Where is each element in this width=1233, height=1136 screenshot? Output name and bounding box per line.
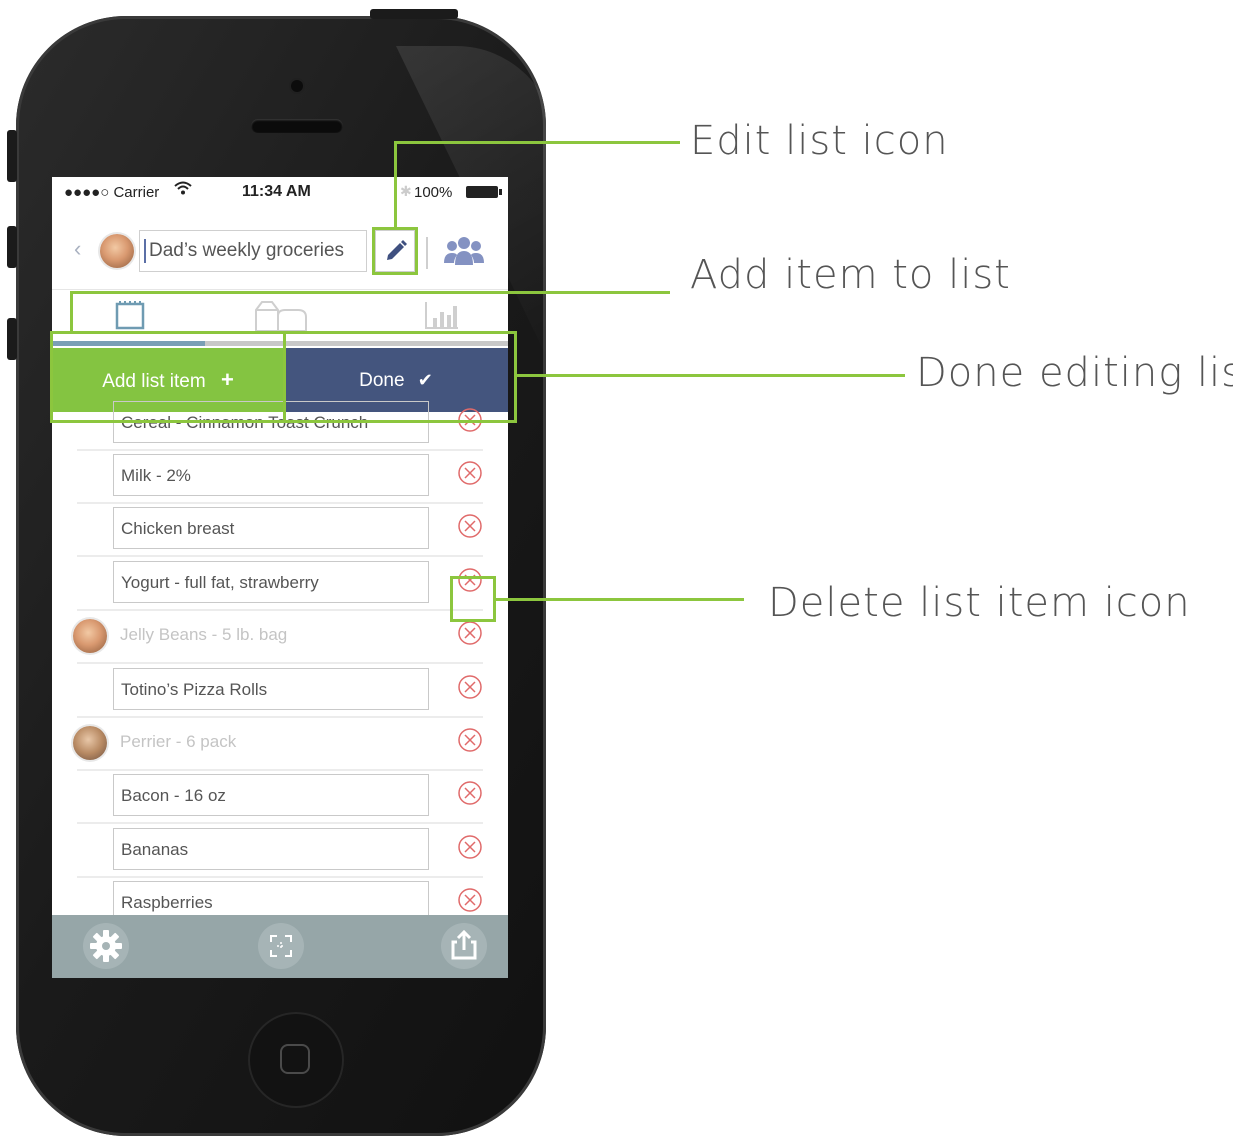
status-bar: ●●●●○ Carrier 11:34 AM ✱ 100%: [52, 177, 508, 207]
list-item: Chicken breast: [77, 502, 483, 557]
done-callout-label: Done editing list: [916, 350, 1233, 396]
done-callout-line: [515, 374, 905, 377]
contributor-avatar: [73, 619, 107, 653]
front-camera: [291, 80, 303, 92]
list-item-input[interactable]: Milk - 2%: [113, 454, 429, 496]
list-item-input[interactable]: Yogurt - full fat, strawberry: [113, 561, 429, 603]
bottom-toolbar: [52, 915, 508, 978]
scan-icon[interactable]: [257, 922, 305, 970]
clock: 11:34 AM: [242, 183, 311, 200]
mute-switch[interactable]: [7, 130, 17, 182]
list-item: Bacon - 16 oz: [77, 769, 483, 824]
list-item-input[interactable]: Totino’s Pizza Rolls: [113, 668, 429, 710]
delete-callout-line: [494, 598, 744, 601]
collaborators-icon[interactable]: [444, 235, 484, 274]
home-button[interactable]: [248, 1012, 344, 1108]
done-button-callout-box: [283, 331, 517, 423]
delete-item-icon[interactable]: [458, 781, 482, 805]
edit-callout-line: [394, 141, 397, 229]
wifi-icon: [174, 181, 192, 200]
edit-callout-line: [394, 141, 680, 144]
owner-avatar: [100, 234, 134, 268]
settings-gear-icon[interactable]: [82, 922, 130, 970]
delete-item-icon[interactable]: [458, 888, 482, 912]
delete-item-icon[interactable]: [458, 835, 482, 859]
list-item-input[interactable]: Bacon - 16 oz: [113, 774, 429, 816]
add-callout-line: [70, 291, 73, 333]
list-item: Yogurt - full fat, strawberry: [77, 556, 483, 611]
list-item: Bananas: [77, 823, 483, 878]
list-item-input[interactable]: Bananas: [113, 828, 429, 870]
delete-item-icon[interactable]: [458, 461, 482, 485]
tab-stats-icon[interactable]: [424, 300, 460, 335]
carrier-label: ●●●●○ Carrier: [64, 184, 160, 201]
delete-item-icon[interactable]: [458, 621, 482, 645]
list-item: Totino’s Pizza Rolls: [77, 663, 483, 718]
power-button[interactable]: [370, 9, 458, 19]
contributor-avatar: [73, 726, 107, 760]
header-divider: [426, 237, 428, 269]
battery-percent: 100%: [414, 184, 453, 201]
volume-down-button[interactable]: [7, 318, 17, 360]
app-screen: ●●●●○ Carrier 11:34 AM ✱ 100% ‹ Dad’s we…: [52, 177, 508, 978]
list-item: Perrier - 6 pack: [73, 716, 483, 771]
add-callout-line: [70, 291, 670, 294]
earpiece-speaker: [251, 119, 343, 133]
delete-item-icon[interactable]: [458, 728, 482, 752]
share-icon[interactable]: [440, 922, 488, 970]
delete-item-icon[interactable]: [458, 514, 482, 538]
list-header: ‹ Dad’s weekly groceries: [52, 217, 508, 287]
battery-icon: [466, 186, 502, 198]
home-button-icon: [280, 1044, 310, 1074]
list-item: Jelly Beans - 5 lb. bag: [73, 609, 483, 664]
list-item-text: Jelly Beans - 5 lb. bag: [120, 625, 288, 644]
list-item-text: Perrier - 6 pack: [120, 732, 237, 751]
edit-callout-box: [372, 227, 418, 275]
back-chevron-icon[interactable]: ‹: [74, 236, 81, 262]
bluetooth-icon: ✱: [400, 183, 412, 199]
list-item-input[interactable]: Chicken breast: [113, 507, 429, 549]
edit-callout-label: Edit list icon: [690, 118, 949, 164]
delete-item-icon[interactable]: [458, 675, 482, 699]
list-item: Milk - 2%: [77, 449, 483, 504]
delete-callout-box: [450, 576, 496, 622]
delete-callout-label: Delete list item icon: [768, 580, 1191, 626]
add-button-callout-box: [50, 331, 286, 423]
add-callout-label: Add item to list: [690, 252, 1011, 298]
volume-up-button[interactable]: [7, 226, 17, 268]
list-title-input[interactable]: Dad’s weekly groceries: [139, 230, 367, 272]
tab-list-icon[interactable]: [114, 300, 146, 335]
